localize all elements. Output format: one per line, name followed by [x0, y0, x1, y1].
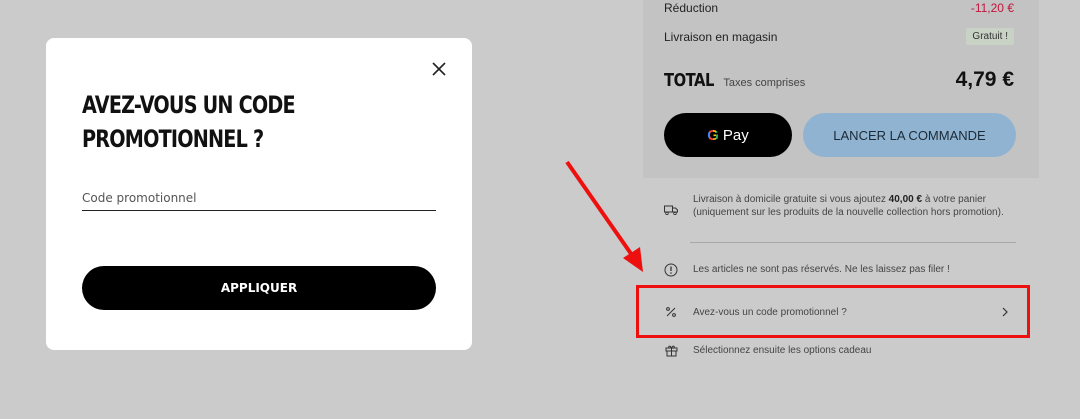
promo-code-modal: AVEZ-VOUS UN CODE PROMOTIONNEL ? APPLIQU…	[46, 38, 472, 350]
modal-title: AVEZ-VOUS UN CODE PROMOTIONNEL ?	[82, 91, 296, 153]
close-icon[interactable]	[430, 60, 448, 78]
apply-button[interactable]: APPLIQUER	[82, 266, 436, 310]
promo-code-input[interactable]	[82, 186, 436, 211]
